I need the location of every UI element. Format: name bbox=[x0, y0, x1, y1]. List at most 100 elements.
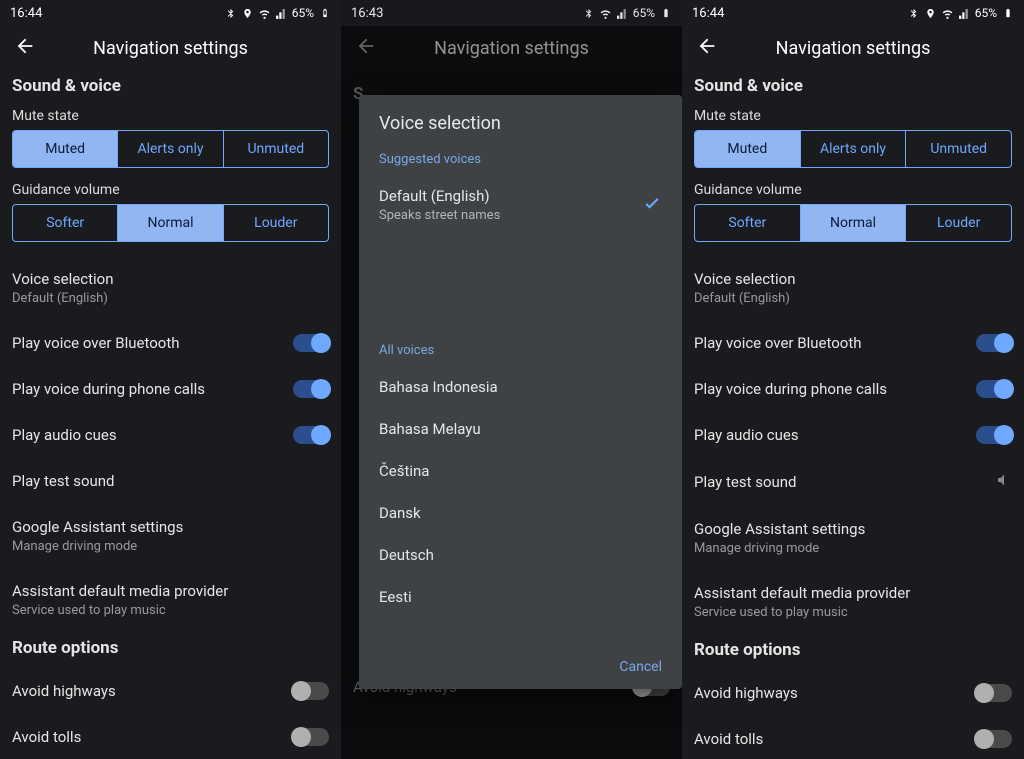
assistant-settings-item[interactable]: Google Assistant settings Manage driving… bbox=[12, 504, 329, 568]
status-icons: 65% bbox=[224, 6, 331, 20]
play-voice-calls-label: Play voice during phone calls bbox=[694, 380, 887, 398]
voice-option[interactable]: Bahasa Melayu bbox=[359, 408, 682, 450]
wifi-icon bbox=[941, 7, 954, 20]
status-icons: 65% bbox=[907, 6, 1014, 20]
guidance-volume-segmented: Softer Normal Louder bbox=[694, 204, 1012, 242]
avoid-tolls-label: Avoid tolls bbox=[12, 728, 81, 746]
avoid-highways-toggle[interactable] bbox=[976, 684, 1012, 702]
assistant-settings-title: Google Assistant settings bbox=[12, 518, 183, 536]
play-voice-bluetooth-toggle[interactable] bbox=[293, 334, 329, 352]
wifi-icon bbox=[258, 7, 271, 20]
play-voice-calls-item[interactable]: Play voice during phone calls bbox=[12, 366, 329, 412]
dialog-default-voice[interactable]: Default (English) Speaks street names bbox=[359, 175, 682, 235]
phone-panel-right: 16:44 65% Navigation settings Sound & vo… bbox=[682, 0, 1024, 759]
battery-percent: 65% bbox=[633, 6, 655, 20]
guidance-volume-label: Guidance volume bbox=[12, 182, 329, 198]
page-title: Navigation settings bbox=[434, 38, 589, 59]
location-icon bbox=[924, 7, 937, 20]
mute-option-unmuted[interactable]: Unmuted bbox=[223, 131, 328, 167]
play-test-sound-item[interactable]: Play test sound bbox=[694, 458, 1012, 506]
mute-state-label: Mute state bbox=[12, 108, 329, 124]
avoid-tolls-toggle[interactable] bbox=[976, 730, 1012, 748]
app-header: Navigation settings bbox=[0, 26, 341, 70]
guidance-option-louder[interactable]: Louder bbox=[905, 205, 1011, 241]
play-audio-cues-toggle[interactable] bbox=[293, 426, 329, 444]
speaker-icon bbox=[996, 472, 1012, 492]
guidance-option-normal[interactable]: Normal bbox=[117, 205, 222, 241]
avoid-tolls-item[interactable]: Avoid tolls bbox=[694, 716, 1012, 759]
play-audio-cues-label: Play audio cues bbox=[694, 426, 799, 444]
play-voice-bluetooth-label: Play voice over Bluetooth bbox=[694, 334, 862, 352]
voice-option[interactable]: Deutsch bbox=[359, 534, 682, 576]
mute-option-muted[interactable]: Muted bbox=[695, 131, 800, 167]
back-arrow-icon[interactable] bbox=[696, 35, 718, 61]
play-voice-calls-toggle[interactable] bbox=[976, 380, 1012, 398]
guidance-option-softer[interactable]: Softer bbox=[13, 205, 117, 241]
dialog-default-subtitle: Speaks street names bbox=[379, 208, 500, 223]
assistant-media-subtitle: Service used to play music bbox=[694, 605, 910, 620]
bluetooth-icon bbox=[224, 7, 237, 20]
avoid-highways-toggle[interactable] bbox=[293, 682, 329, 700]
signal-icon bbox=[275, 7, 288, 20]
status-bar: 16:43 65% bbox=[341, 0, 682, 26]
play-voice-calls-toggle[interactable] bbox=[293, 380, 329, 398]
status-time: 16:43 bbox=[351, 6, 383, 21]
avoid-highways-item[interactable]: Avoid highways bbox=[12, 668, 329, 714]
status-time: 16:44 bbox=[692, 6, 724, 21]
mute-option-muted[interactable]: Muted bbox=[13, 131, 117, 167]
guidance-option-softer[interactable]: Softer bbox=[695, 205, 800, 241]
check-icon bbox=[642, 193, 662, 218]
mute-option-alerts[interactable]: Alerts only bbox=[117, 131, 222, 167]
dialog-all-voices-label: All voices bbox=[359, 335, 682, 366]
voice-option[interactable]: Eesti bbox=[359, 576, 682, 618]
play-audio-cues-label: Play audio cues bbox=[12, 426, 117, 444]
guidance-option-louder[interactable]: Louder bbox=[223, 205, 328, 241]
play-voice-bluetooth-item[interactable]: Play voice over Bluetooth bbox=[12, 320, 329, 366]
battery-percent: 65% bbox=[292, 6, 314, 20]
dialog-suggested-label: Suggested voices bbox=[359, 144, 682, 175]
play-voice-calls-item[interactable]: Play voice during phone calls bbox=[694, 366, 1012, 412]
section-route-options: Route options bbox=[12, 638, 329, 658]
play-voice-bluetooth-toggle[interactable] bbox=[976, 334, 1012, 352]
avoid-tolls-item[interactable]: Avoid tolls bbox=[12, 714, 329, 759]
play-audio-cues-item[interactable]: Play audio cues bbox=[694, 412, 1012, 458]
voice-selection-value: Default (English) bbox=[694, 291, 795, 306]
status-bar: 16:44 65% bbox=[682, 0, 1024, 26]
play-voice-bluetooth-item[interactable]: Play voice over Bluetooth bbox=[694, 320, 1012, 366]
play-audio-cues-item[interactable]: Play audio cues bbox=[12, 412, 329, 458]
assistant-media-item[interactable]: Assistant default media provider Service… bbox=[12, 568, 329, 632]
section-sound-voice: Sound & voice bbox=[12, 76, 329, 98]
voice-selection-item[interactable]: Voice selection Default (English) bbox=[694, 256, 1012, 320]
avoid-highways-item[interactable]: Avoid highways bbox=[694, 670, 1012, 716]
mute-option-unmuted[interactable]: Unmuted bbox=[905, 131, 1011, 167]
section-sound-voice: Sound & voice bbox=[694, 76, 1012, 98]
signal-icon bbox=[958, 7, 971, 20]
phone-panel-left: 16:44 65% bbox=[0, 0, 341, 759]
assistant-settings-item[interactable]: Google Assistant settings Manage driving… bbox=[694, 506, 1012, 570]
dialog-title: Voice selection bbox=[359, 95, 682, 144]
dialog-voice-list: Bahasa Indonesia Bahasa Melayu Čeština D… bbox=[359, 366, 682, 649]
back-arrow-icon bbox=[355, 35, 377, 61]
mute-option-alerts[interactable]: Alerts only bbox=[800, 131, 906, 167]
voice-selection-item[interactable]: Voice selection Default (English) bbox=[12, 256, 329, 320]
back-arrow-icon[interactable] bbox=[14, 35, 36, 61]
section-route-options: Route options bbox=[694, 640, 1012, 660]
cancel-button[interactable]: Cancel bbox=[619, 659, 662, 675]
assistant-media-item[interactable]: Assistant default media provider Service… bbox=[694, 570, 1012, 634]
play-voice-bluetooth-label: Play voice over Bluetooth bbox=[12, 334, 180, 352]
mute-state-label: Mute state bbox=[694, 108, 1012, 124]
play-test-sound-item[interactable]: Play test sound bbox=[12, 458, 329, 504]
voice-option[interactable]: Čeština bbox=[359, 450, 682, 492]
assistant-settings-subtitle: Manage driving mode bbox=[694, 541, 865, 556]
avoid-tolls-toggle[interactable] bbox=[293, 728, 329, 746]
voice-option[interactable]: Bahasa Indonesia bbox=[359, 366, 682, 408]
battery-icon bbox=[318, 7, 331, 20]
assistant-media-title: Assistant default media provider bbox=[12, 582, 228, 600]
guidance-option-normal[interactable]: Normal bbox=[800, 205, 906, 241]
page-title: Navigation settings bbox=[93, 38, 248, 59]
avoid-highways-label: Avoid highways bbox=[694, 684, 798, 702]
phone-panel-middle: 16:43 65% Navigation settings S bbox=[341, 0, 682, 759]
voice-option[interactable]: Dansk bbox=[359, 492, 682, 534]
assistant-media-title: Assistant default media provider bbox=[694, 584, 910, 602]
play-audio-cues-toggle[interactable] bbox=[976, 426, 1012, 444]
